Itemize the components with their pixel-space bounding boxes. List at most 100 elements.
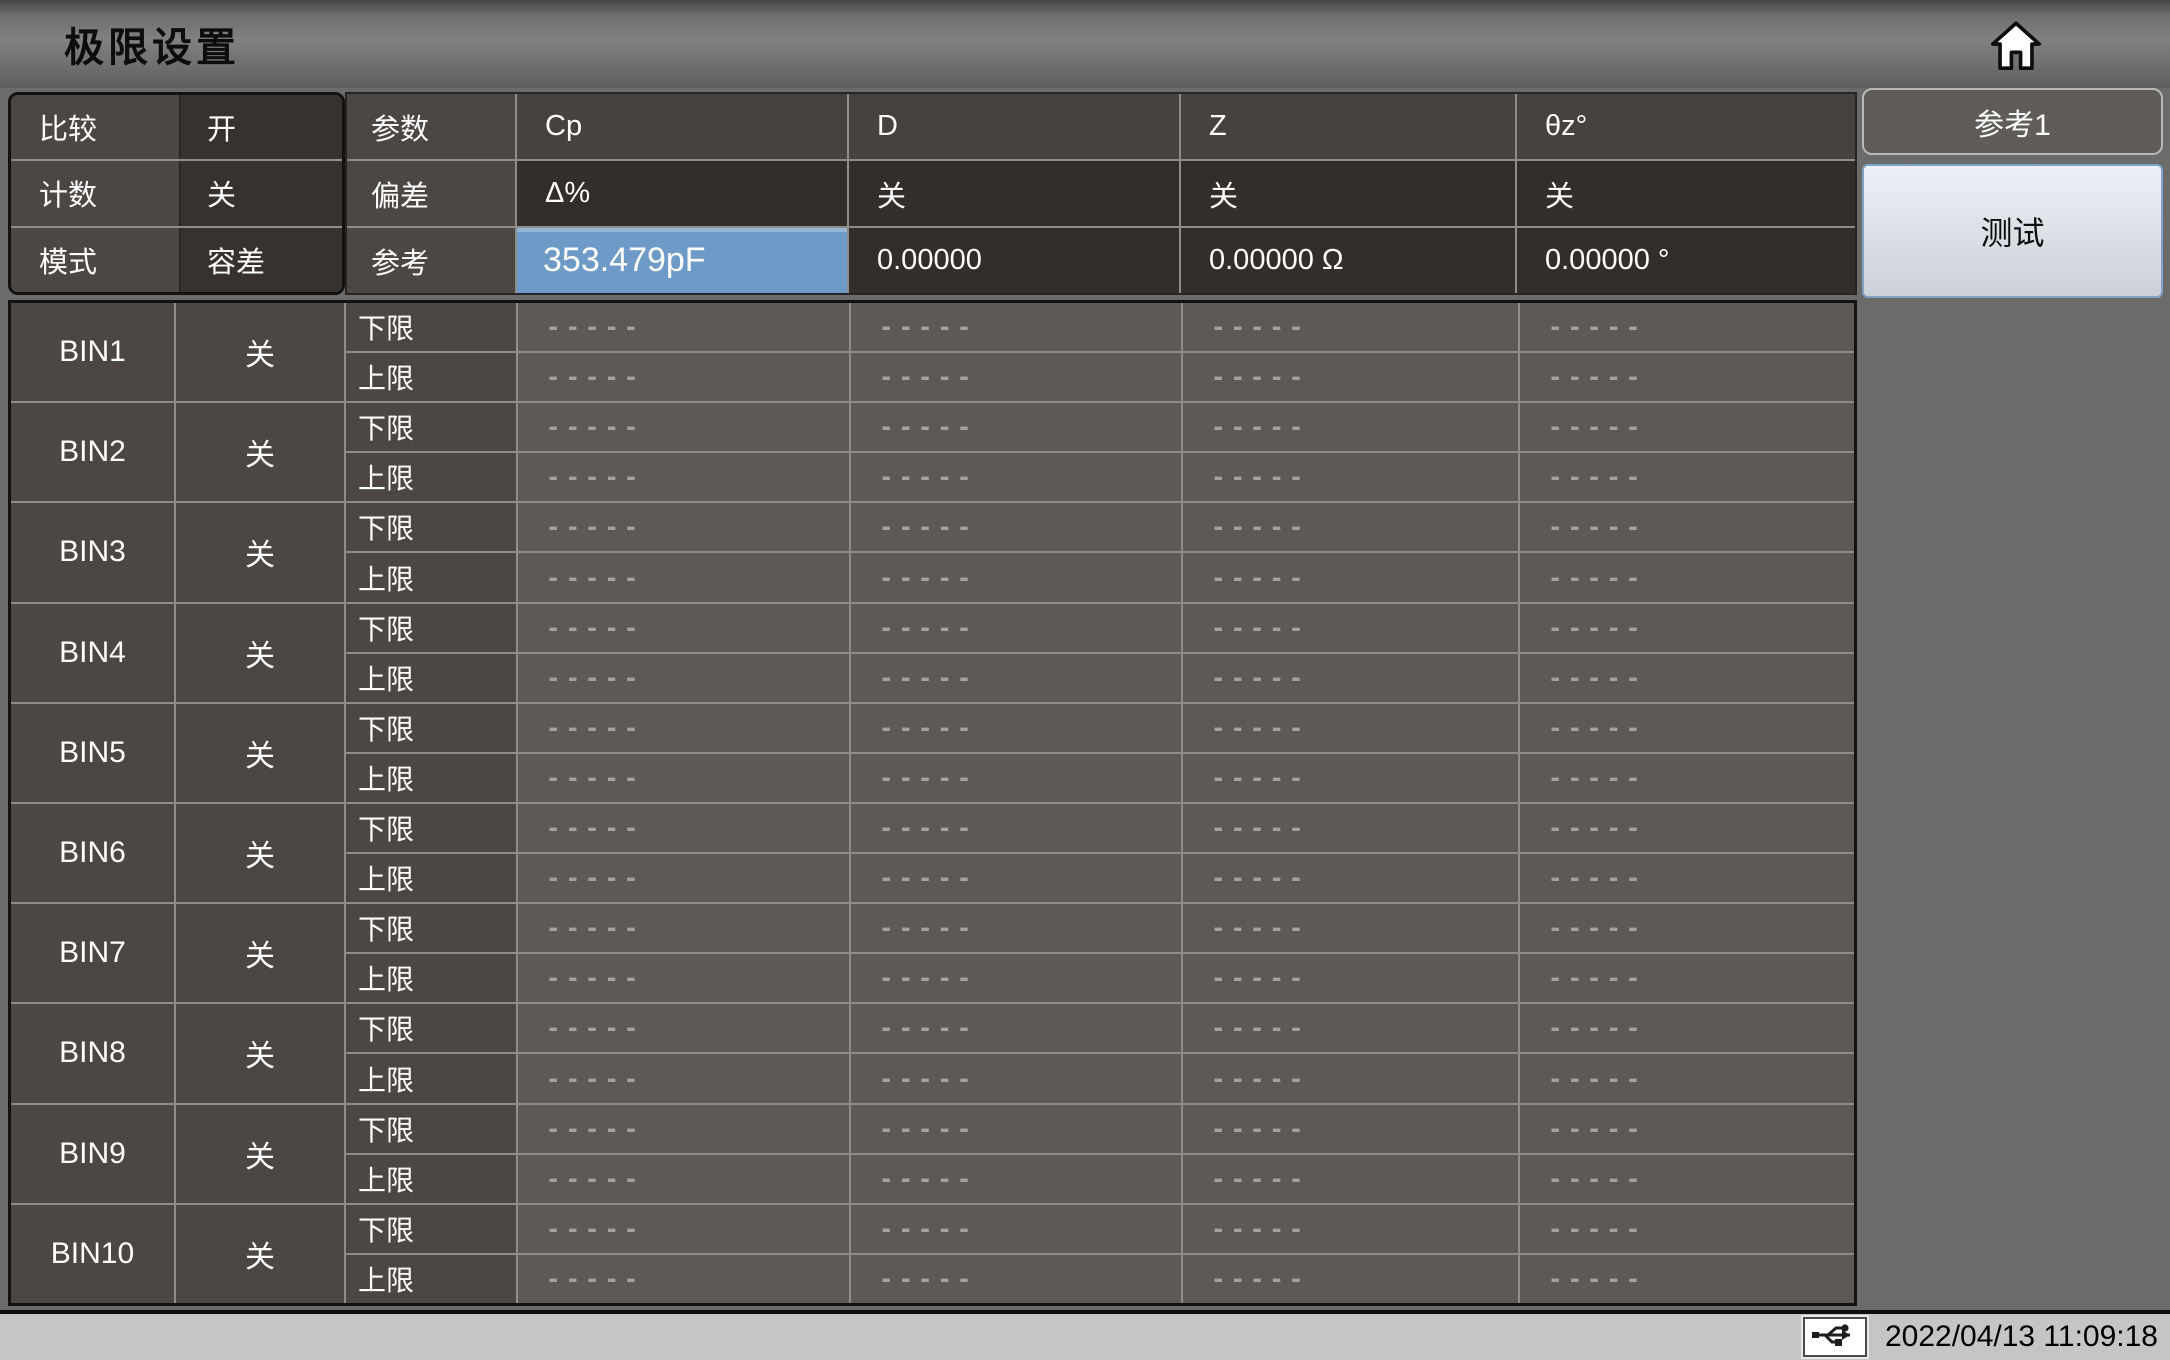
limit-value-cell[interactable]: ----- xyxy=(1520,303,1854,352)
limit-value-cell[interactable]: ----- xyxy=(518,453,849,502)
limit-value-cell[interactable]: ----- xyxy=(518,503,849,552)
limit-value-cell[interactable]: ----- xyxy=(518,1254,849,1303)
param-d-cell[interactable]: D xyxy=(849,94,1179,159)
limit-value-cell[interactable]: ----- xyxy=(1183,403,1518,452)
limit-value-cell[interactable]: ----- xyxy=(518,1054,849,1103)
limit-value-cell[interactable]: ----- xyxy=(1183,653,1518,702)
limit-value-cell[interactable]: ----- xyxy=(518,653,849,702)
limit-value-cell[interactable]: ----- xyxy=(518,1004,849,1053)
bin-state[interactable]: 关 xyxy=(176,1004,344,1103)
limit-value-cell[interactable]: ----- xyxy=(1520,703,1854,752)
limit-value-cell[interactable]: ----- xyxy=(1183,803,1518,853)
limit-value-cell[interactable]: ----- xyxy=(518,603,849,652)
reference-cp-field[interactable]: 353.479pF xyxy=(517,228,847,293)
limit-value-cell[interactable]: ----- xyxy=(851,854,1181,903)
limit-value-cell[interactable]: ----- xyxy=(851,1254,1181,1303)
limit-value-cell[interactable]: ----- xyxy=(1520,453,1854,502)
limit-value-cell[interactable]: ----- xyxy=(1520,803,1854,853)
param-cp-cell[interactable]: Cp xyxy=(517,94,847,159)
limit-value-cell[interactable]: ----- xyxy=(851,1204,1181,1253)
compare-value[interactable]: 开 xyxy=(179,95,342,160)
limit-value-cell[interactable]: ----- xyxy=(518,303,849,352)
limit-value-cell[interactable]: ----- xyxy=(1183,703,1518,752)
limit-value-cell[interactable]: ----- xyxy=(1183,1004,1518,1053)
bin-state[interactable]: 关 xyxy=(176,1104,344,1203)
param-z-cell[interactable]: Z xyxy=(1181,94,1515,159)
limit-value-cell[interactable]: ----- xyxy=(1520,1004,1854,1053)
limit-value-cell[interactable]: ----- xyxy=(1183,503,1518,552)
limit-value-cell[interactable]: ----- xyxy=(851,653,1181,702)
limit-value-cell[interactable]: ----- xyxy=(1520,503,1854,552)
limit-value-cell[interactable]: ----- xyxy=(851,453,1181,502)
limit-value-cell[interactable]: ----- xyxy=(1183,603,1518,652)
limit-value-cell[interactable]: ----- xyxy=(1183,1104,1518,1153)
limit-value-cell[interactable]: ----- xyxy=(1183,303,1518,352)
limit-value-cell[interactable]: ----- xyxy=(851,803,1181,853)
limit-value-cell[interactable]: ----- xyxy=(1183,1054,1518,1103)
limit-value-cell[interactable]: ----- xyxy=(1183,854,1518,903)
deviation-theta-cell[interactable]: 关 xyxy=(1517,161,1855,226)
test-button[interactable]: 测试 xyxy=(1862,164,2163,298)
limit-value-cell[interactable]: ----- xyxy=(1520,854,1854,903)
bin-state[interactable]: 关 xyxy=(176,904,344,1003)
limit-value-cell[interactable]: ----- xyxy=(851,954,1181,1003)
home-button[interactable] xyxy=(1986,16,2046,78)
deviation-z-cell[interactable]: 关 xyxy=(1181,161,1515,226)
limit-value-cell[interactable]: ----- xyxy=(518,1154,849,1203)
limit-value-cell[interactable]: ----- xyxy=(518,1104,849,1153)
limit-value-cell[interactable]: ----- xyxy=(1183,1154,1518,1203)
count-value[interactable]: 关 xyxy=(179,161,342,226)
limit-value-cell[interactable]: ----- xyxy=(1183,753,1518,802)
bin-state[interactable]: 关 xyxy=(176,803,344,903)
limit-value-cell[interactable]: ----- xyxy=(1520,653,1854,702)
bin-state[interactable]: 关 xyxy=(176,403,344,502)
limit-value-cell[interactable]: ----- xyxy=(1520,403,1854,452)
deviation-cp-cell[interactable]: Δ% xyxy=(517,161,847,226)
limit-value-cell[interactable]: ----- xyxy=(1520,1054,1854,1103)
limit-value-cell[interactable]: ----- xyxy=(518,954,849,1003)
limit-value-cell[interactable]: ----- xyxy=(851,553,1181,602)
bin-state[interactable]: 关 xyxy=(176,1204,344,1303)
limit-value-cell[interactable]: ----- xyxy=(1183,1254,1518,1303)
limit-value-cell[interactable]: ----- xyxy=(851,403,1181,452)
param-theta-cell[interactable]: θz° xyxy=(1517,94,1855,159)
bin-state[interactable]: 关 xyxy=(176,303,344,402)
limit-value-cell[interactable]: ----- xyxy=(518,803,849,853)
limit-value-cell[interactable]: ----- xyxy=(851,503,1181,552)
limit-value-cell[interactable]: ----- xyxy=(518,904,849,953)
bin-state[interactable]: 关 xyxy=(176,703,344,802)
limit-value-cell[interactable]: ----- xyxy=(518,553,849,602)
bin-state[interactable]: 关 xyxy=(176,503,344,602)
limit-value-cell[interactable]: ----- xyxy=(1520,753,1854,802)
limit-value-cell[interactable]: ----- xyxy=(1183,904,1518,953)
limit-value-cell[interactable]: ----- xyxy=(1520,954,1854,1003)
limit-value-cell[interactable]: ----- xyxy=(851,353,1181,402)
limit-value-cell[interactable]: ----- xyxy=(851,904,1181,953)
limit-value-cell[interactable]: ----- xyxy=(1183,353,1518,402)
reference-theta-field[interactable]: 0.00000 ° xyxy=(1517,228,1855,293)
limit-value-cell[interactable]: ----- xyxy=(1520,553,1854,602)
tab-reference-1[interactable]: 参考1 xyxy=(1862,88,2163,155)
limit-value-cell[interactable]: ----- xyxy=(1520,1104,1854,1153)
limit-value-cell[interactable]: ----- xyxy=(518,1204,849,1253)
limit-value-cell[interactable]: ----- xyxy=(518,353,849,402)
limit-value-cell[interactable]: ----- xyxy=(851,753,1181,802)
mode-value[interactable]: 容差 xyxy=(179,227,342,292)
deviation-d-cell[interactable]: 关 xyxy=(849,161,1179,226)
reference-d-field[interactable]: 0.00000 xyxy=(849,228,1179,293)
limit-value-cell[interactable]: ----- xyxy=(851,703,1181,752)
limit-value-cell[interactable]: ----- xyxy=(1183,954,1518,1003)
limit-value-cell[interactable]: ----- xyxy=(851,1004,1181,1053)
limit-value-cell[interactable]: ----- xyxy=(851,603,1181,652)
reference-z-field[interactable]: 0.00000 Ω xyxy=(1181,228,1515,293)
limit-value-cell[interactable]: ----- xyxy=(851,303,1181,352)
limit-value-cell[interactable]: ----- xyxy=(518,753,849,802)
limit-value-cell[interactable]: ----- xyxy=(1183,453,1518,502)
limit-value-cell[interactable]: ----- xyxy=(1183,1204,1518,1253)
limit-value-cell[interactable]: ----- xyxy=(851,1154,1181,1203)
limit-value-cell[interactable]: ----- xyxy=(1520,1154,1854,1203)
limit-value-cell[interactable]: ----- xyxy=(518,703,849,752)
bin-state[interactable]: 关 xyxy=(176,603,344,702)
limit-value-cell[interactable]: ----- xyxy=(851,1054,1181,1103)
limit-value-cell[interactable]: ----- xyxy=(1520,904,1854,953)
